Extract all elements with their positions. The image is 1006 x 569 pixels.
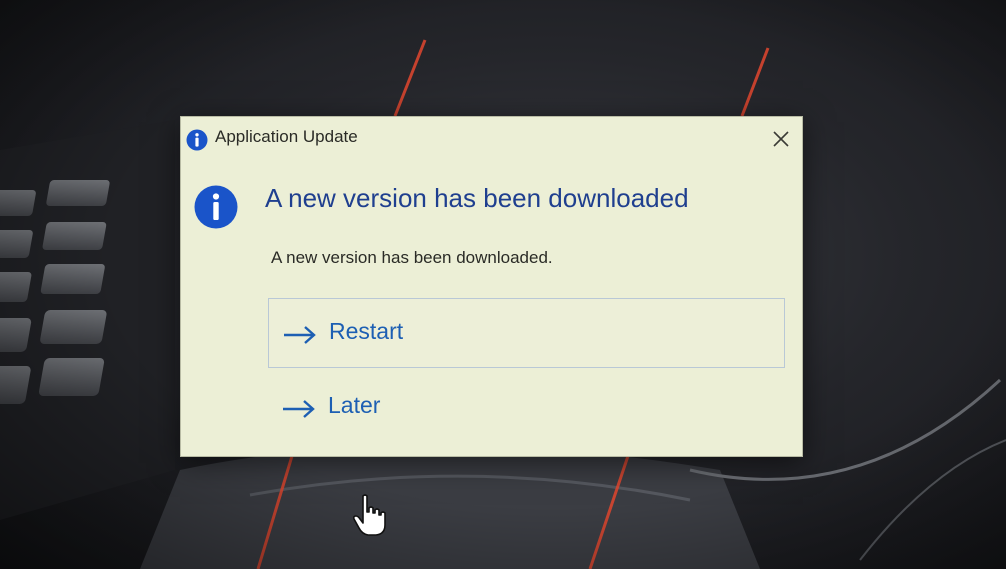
dialog-content: A new version has been downloaded. <box>271 248 553 267</box>
info-icon <box>186 129 208 151</box>
later-label: Later <box>328 392 381 418</box>
arrow-right-icon <box>283 325 317 349</box>
desktop-screen: Application Update A new version has bee… <box>0 0 1006 569</box>
arrow-right-icon <box>282 399 316 423</box>
update-dialog: Application Update A new version has bee… <box>180 116 803 457</box>
later-command-link[interactable]: Later <box>268 373 785 443</box>
hand-cursor-icon <box>352 493 388 537</box>
dialog-title: Application Update <box>215 127 358 146</box>
restart-label: Restart <box>329 318 404 344</box>
info-icon <box>194 185 238 229</box>
main-instruction: A new version has been downloaded <box>265 183 689 213</box>
dialog-titlebar: Application Update <box>181 117 802 161</box>
restart-command-link[interactable]: Restart <box>268 298 785 368</box>
close-button[interactable] <box>764 123 798 155</box>
